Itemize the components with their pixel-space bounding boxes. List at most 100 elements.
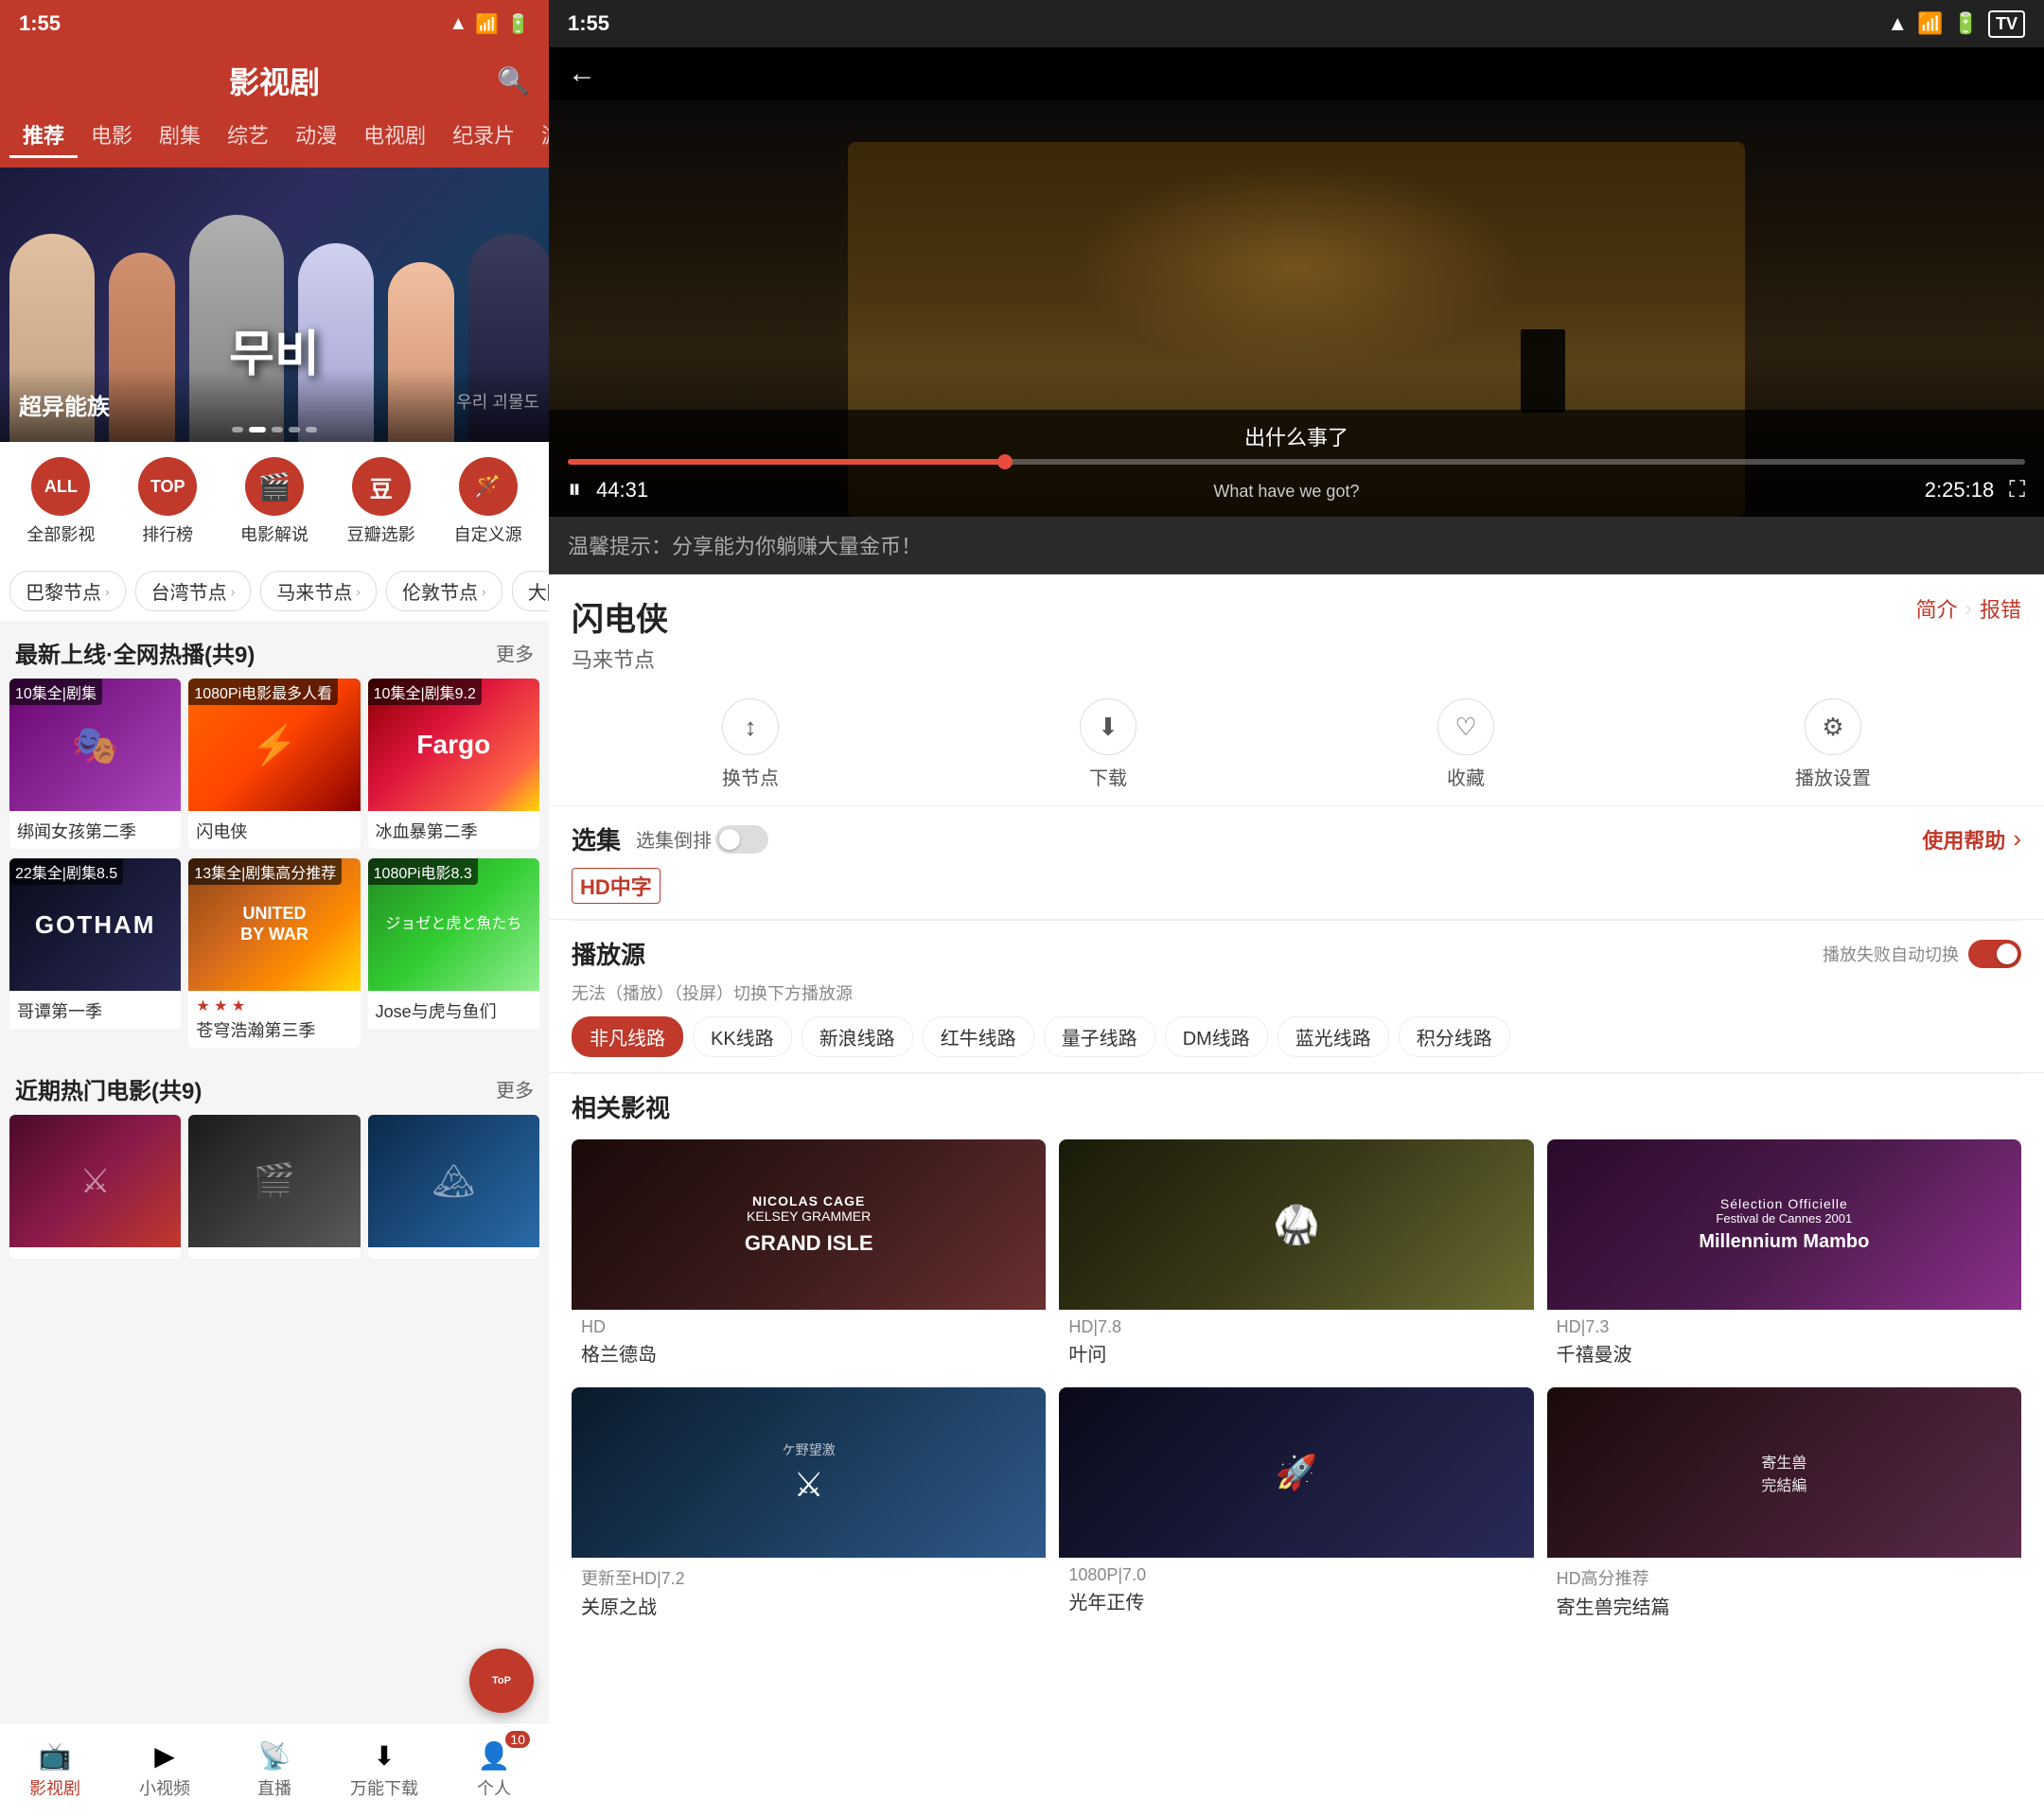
controls-right: 2:25:18 ⛶ [1925,477,2025,503]
custom-icon: 🪄 [459,457,518,516]
source-feifan[interactable]: 非凡线路 [572,1016,683,1057]
related-card-grand-isle[interactable]: NICOLAS CAGE KELSEY GRAMMER GRAND ISLE H… [572,1139,1046,1374]
source-points[interactable]: 积分线路 [1399,1016,1510,1057]
episode-sort-btn[interactable]: 选集倒排 [636,825,768,854]
signal-icon: ▲ [449,13,467,35]
bottom-nav-profile[interactable]: 10 👤 个人 [439,1723,549,1817]
settings-icon: ⚙ [1805,698,1861,755]
flash-info: 闪电侠 [188,811,360,849]
flash-name: 闪电侠 [196,819,352,843]
auto-switch-toggle[interactable] [1968,940,2021,968]
fab-top-button[interactable]: ToP [469,1649,534,1713]
hot-movie-3[interactable]: 🏔 [368,1115,539,1259]
source-redbull[interactable]: 红牛线路 [923,1016,1034,1057]
nav-tab-movie[interactable]: 电影 [78,114,146,158]
related-card-lightyear[interactable]: 🚀 1080P|7.0 光年正传 [1059,1387,1533,1627]
node-paris[interactable]: 巴黎节点 › [9,571,126,611]
video-player[interactable]: 出什么事了 ⏸ 44:31 What have we got? 2:25:18 … [549,100,2044,517]
switch-node-icon: ↕ [722,698,779,755]
movie-card-gotham[interactable]: GOTHAM 22集全|剧集8.5 哥谭第一季 [9,858,181,1048]
source-quantum[interactable]: 量子线路 [1044,1016,1155,1057]
quick-btn-douban[interactable]: 豆 豆瓣选影 [329,457,432,546]
node-malaysia[interactable]: 马来节点 › [260,571,377,611]
lightyear-thumb: 🚀 [1059,1387,1533,1558]
bottom-nav: 📺 影视剧 ▶ 小视频 📡 直播 ⬇ 万能下载 10 👤 个人 [0,1722,549,1817]
tv-nav-label: 影视剧 [29,1775,80,1800]
error-link[interactable]: 报错 [1980,593,2021,624]
millennium-info: HD|7.3 千禧曼波 [1547,1310,2021,1374]
related-card-parasite[interactable]: 寄生兽完結編 HD高分推荐 寄生兽完结篇 [1547,1387,2021,1627]
tv-badge: TV [1988,10,2025,38]
nav-tab-anime[interactable]: 动漫 [282,114,350,158]
download-btn[interactable]: ⬇ 下载 [1080,698,1137,790]
profile-nav-label: 个人 [477,1775,511,1800]
pause-button[interactable]: ⏸ [568,474,581,505]
favorite-label: 收藏 [1447,763,1485,790]
favorite-btn[interactable]: ♡ 收藏 [1437,698,1494,790]
lightyear-badge: 1080P|7.0 [1068,1565,1524,1585]
fullscreen-button[interactable]: ⛶ [2009,477,2025,503]
related-card-guan-yuan[interactable]: ケ野望激 ⚔ 更新至HD|7.2 关原之战 [572,1387,1046,1627]
bottom-nav-tv[interactable]: 📺 影视剧 [0,1723,110,1817]
nav-tab-doc[interactable]: 纪录片 [439,114,528,158]
ye-wen-name: 叶问 [1068,1339,1524,1367]
quick-btn-top[interactable]: TOP 排行榜 [116,457,220,546]
hot-movie-1[interactable]: ⚔ [9,1115,181,1259]
source-auto-area: 播放失败自动切换 [1823,940,2021,968]
quick-btn-all[interactable]: ALL 全部影视 [9,457,113,546]
nav-tab-game[interactable]: 游戏 [528,114,549,158]
quick-btn-movie-explain[interactable]: 🎬 电影解说 [223,457,326,546]
episode-toggle[interactable] [715,825,768,854]
top-label: 排行榜 [142,521,193,546]
related-card-millennium[interactable]: Sélection Officielle Festival de Cannes … [1547,1139,2021,1374]
node-taiwan[interactable]: 台湾节点 › [135,571,252,611]
progress-bar[interactable] [568,459,2025,465]
switch-node-btn[interactable]: ↕ 换节点 [722,698,779,790]
nav-tab-variety[interactable]: 综艺 [214,114,282,158]
progress-thumb[interactable] [997,454,1013,469]
hot-thumb-3: 🏔 [368,1115,539,1247]
new-section-title: 最新上线·全网热播(共9) [15,636,255,669]
nav-tabs: 推荐 电影 剧集 综艺 动漫 电视剧 纪录片 游戏 ≡ [0,114,549,168]
hd-badge: HD中字 [572,868,661,904]
hot-section-more[interactable]: 更多 [496,1075,534,1103]
hot-movie-2[interactable]: 🎬 [188,1115,360,1259]
nav-tab-tv[interactable]: 电视剧 [350,114,439,158]
bottom-nav-download[interactable]: ⬇ 万能下载 [329,1723,439,1817]
help-link[interactable]: 使用帮助 [1922,824,2005,855]
time-right: 1:55 [568,11,609,36]
kidnap-name: 绑闻女孩第二季 [17,819,173,843]
node-london[interactable]: 伦敦节点 › [386,571,502,611]
source-bluray[interactable]: 蓝光线路 [1278,1016,1389,1057]
help-arrow: › [2013,824,2021,854]
gotham-badge: 22集全|剧集8.5 [9,858,123,885]
help-area: 使用帮助 › [1922,824,2021,855]
kidnap-info: 绑闻女孩第二季 [9,811,181,849]
movie-card-expanse[interactable]: UNITEDBY WAR 13集全|剧集高分推荐 ★ ★ ★ 苍穹浩瀚第三季 [188,858,360,1048]
hot-info-3 [368,1247,539,1259]
nav-tab-recommend[interactable]: 推荐 [9,114,78,158]
movie-card-fargo[interactable]: Fargo 10集全|剧集9.2 冰血暴第二季 [368,679,539,849]
corridor-light [1072,163,1521,371]
grand-isle-info: HD 格兰德岛 [572,1310,1046,1374]
search-button[interactable]: 🔍 [497,65,530,97]
intro-link[interactable]: 简介 [1916,593,1958,624]
new-section-more[interactable]: 更多 [496,639,534,666]
source-dm[interactable]: DM线路 [1165,1016,1268,1057]
nav-tab-series[interactable]: 剧集 [146,114,214,158]
quick-btn-custom[interactable]: 🪄 自定义源 [436,457,539,546]
source-note: 无法（播放）（投屏）切换下方播放源 [572,980,2021,1005]
hero-banner[interactable]: 무비 우리 괴물도 超异能族 [0,168,549,442]
source-kk[interactable]: KK线路 [693,1016,792,1057]
settings-btn[interactable]: ⚙ 播放设置 [1795,698,1871,790]
bottom-nav-short[interactable]: ▶ 小视频 [110,1723,220,1817]
movie-card-kidnap[interactable]: 🎭 10集全|剧集 绑闻女孩第二季 [9,679,181,849]
movie-card-jose[interactable]: ジョゼと虎と魚たち 1080Pi电影8.3 Jose与虎与鱼们 [368,858,539,1048]
bottom-nav-live[interactable]: 📡 直播 [220,1723,329,1817]
source-sina[interactable]: 新浪线路 [802,1016,913,1057]
back-button[interactable]: ← [568,58,596,90]
node-osaka[interactable]: 大阪节点 › [512,571,549,611]
movie-detail-info: 闪电侠 马来节点 [572,593,668,674]
related-card-ye-wen[interactable]: 🥋 HD|7.8 叶问 [1059,1139,1533,1374]
movie-card-flash[interactable]: ⚡ 1080Pi电影最多人看 闪电侠 [188,679,360,849]
